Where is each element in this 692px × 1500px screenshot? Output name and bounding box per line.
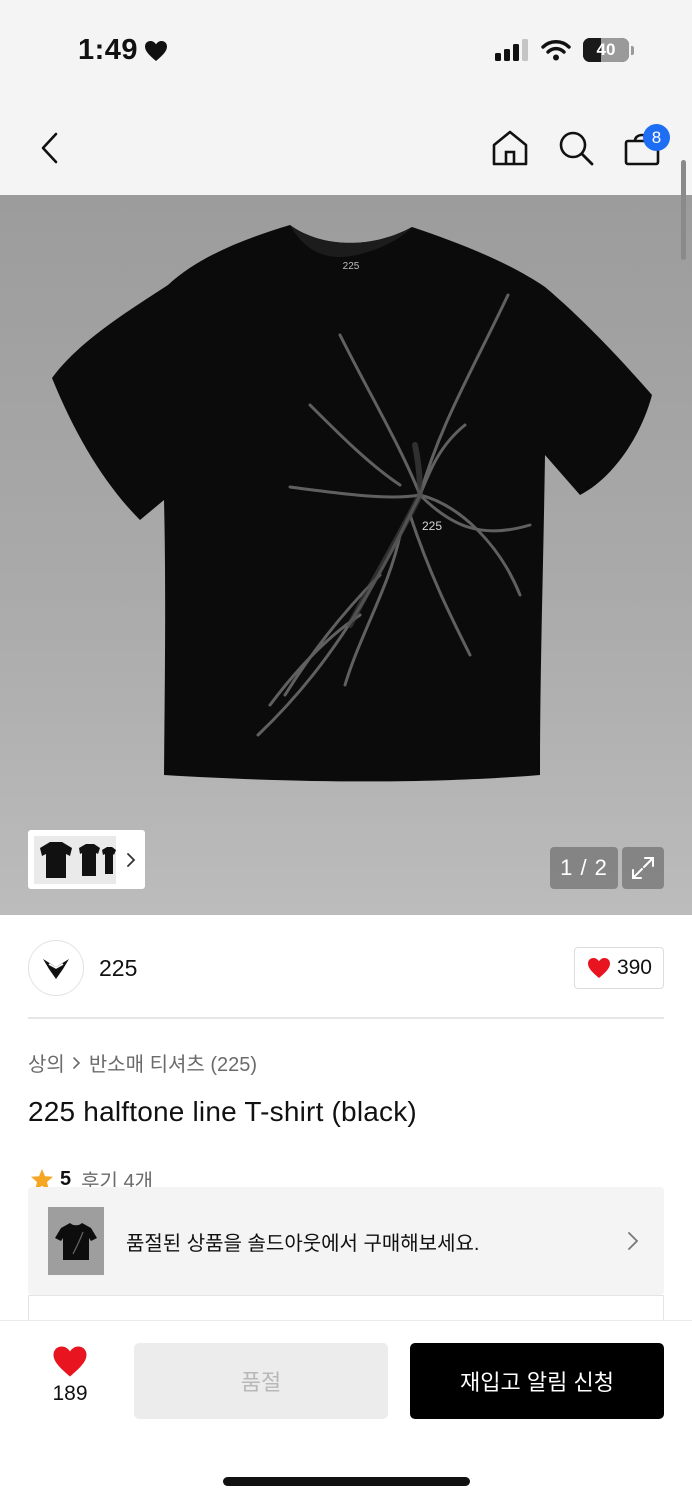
cart-count-badge: 8 [643,124,670,151]
chevron-right-icon [127,852,136,867]
home-indicator [223,1477,470,1486]
wifi-icon [541,40,571,61]
shirt-neck-label: 225 [343,261,360,272]
chevron-left-icon [41,132,58,164]
heart-icon [145,40,168,61]
breadcrumb-subcategory[interactable]: 반소매 티셔츠 (225) [89,1048,257,1077]
status-time-text: 1:49 [78,34,139,66]
page-scrollbar[interactable] [681,160,686,260]
brand-name[interactable]: 225 [99,955,137,982]
signal-icon [495,39,528,61]
product-image-gallery[interactable]: 225 225 1 / 2 [0,195,692,915]
expand-button[interactable] [622,847,664,889]
search-icon [559,131,594,166]
restock-alert-button[interactable]: 재입고 알림 신청 [410,1343,664,1419]
thumbnail-strip[interactable] [28,830,145,889]
soldout-banner[interactable]: 품절된 상품을 솔드아웃에서 구매해보세요. [28,1187,664,1295]
thumbnail-images [34,835,116,884]
top-nav: 8 [0,100,692,195]
wishlist-count: 189 [52,1382,88,1405]
shirt-graphic-label: 225 [422,519,442,533]
image-pager: 1 / 2 [550,847,618,889]
status-icons: 40 [495,38,634,62]
breadcrumb: 상의 반소매 티셔츠 (225) [28,1048,257,1077]
home-button[interactable] [490,128,530,168]
product-image: 225 225 [52,225,652,782]
breadcrumb-category[interactable]: 상의 [28,1048,65,1077]
brand-row: 225 390 [28,938,664,998]
chevron-right-icon [628,1232,639,1250]
soldout-banner-message: 품절된 상품을 솔드아웃에서 구매해보세요. [126,1232,480,1255]
heart-icon [587,958,610,978]
brand-emblem-icon [43,959,69,979]
soldout-banner-thumbnail [48,1207,104,1275]
heart-icon [53,1346,87,1377]
battery-indicator: 40 [583,38,629,62]
soldout-button: 품절 [134,1343,388,1419]
brand-like-count: 390 [616,956,652,979]
battery-level: 40 [596,40,616,59]
brand-like-button[interactable]: 390 [573,947,664,989]
status-time: 1:49 [78,34,168,67]
chevron-right-icon [73,1056,80,1069]
wishlist-button[interactable]: 189 [40,1345,100,1406]
bottom-action-bar: 189 품절 재입고 알림 신청 [0,1320,692,1500]
home-icon [492,130,528,166]
cart-button[interactable]: 8 [622,124,670,168]
brand-logo[interactable] [28,940,84,996]
back-button[interactable] [32,130,68,166]
search-button[interactable] [556,128,596,168]
product-title: 225 halftone line T-shirt (black) [28,1096,417,1127]
divider [28,1017,664,1019]
expand-icon [632,857,654,879]
status-bar: 1:49 40 [0,0,692,100]
tshirt-thumbnail-image [55,1223,97,1260]
